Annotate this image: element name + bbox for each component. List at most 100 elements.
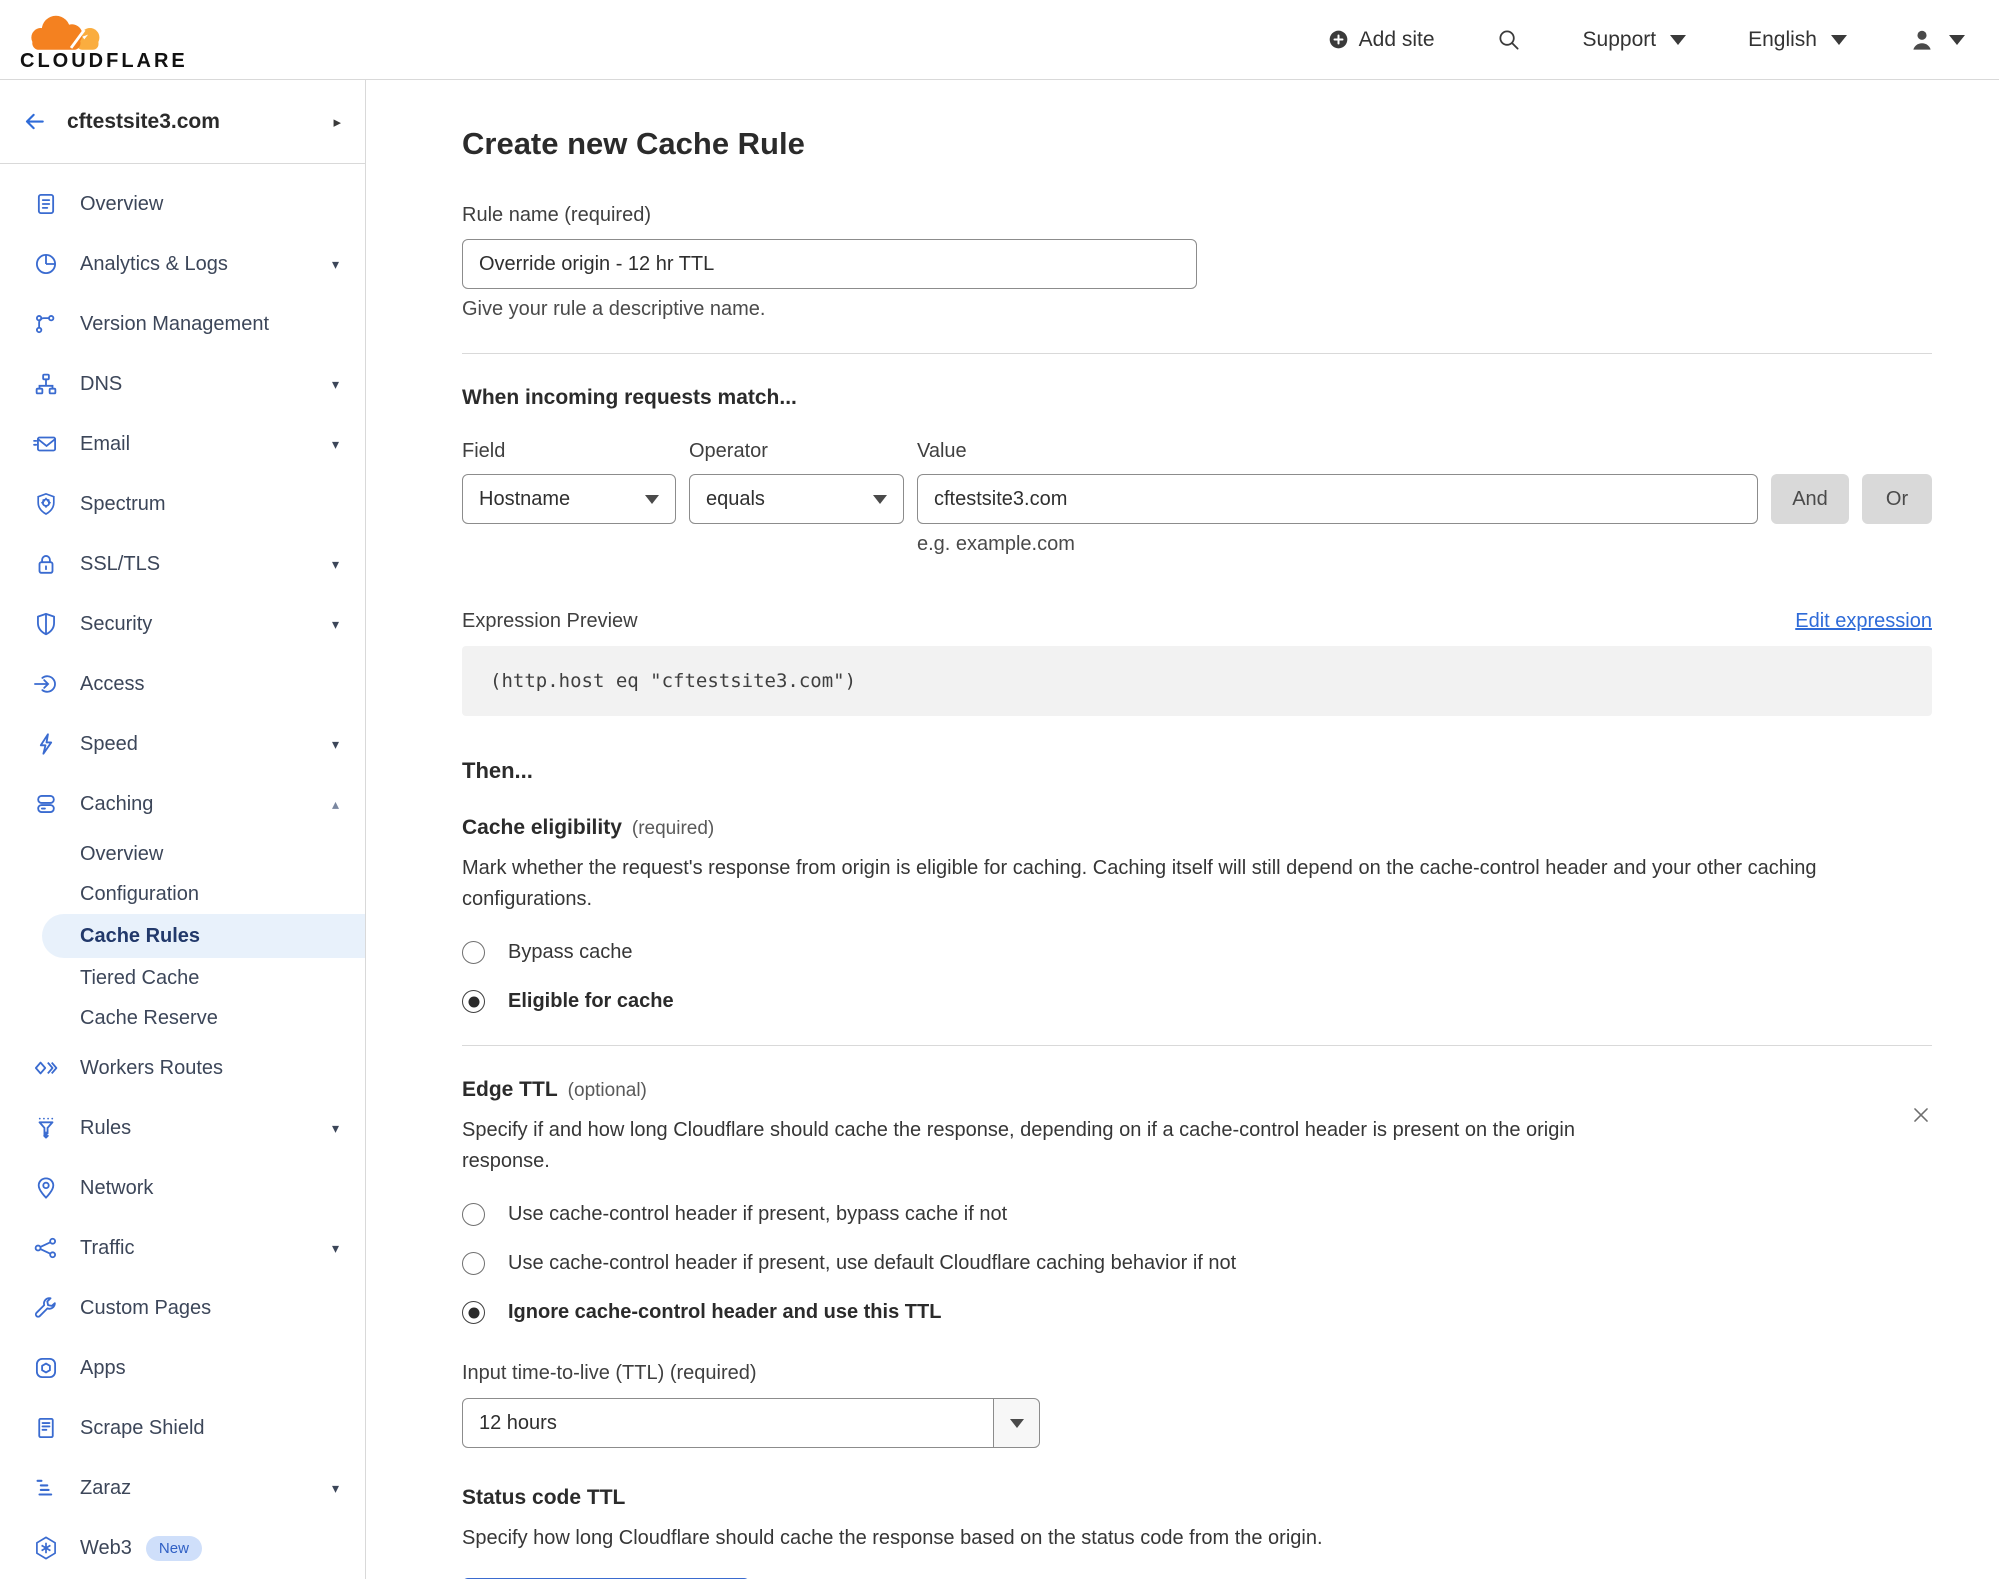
chevron-down-icon	[873, 494, 887, 504]
sidebar-subitem-tiered-cache[interactable]: Tiered Cache	[0, 958, 365, 998]
language-menu[interactable]: English	[1748, 28, 1847, 52]
chevron-up-icon: ▴	[331, 795, 339, 812]
sidebar-item-apps[interactable]: Apps	[0, 1338, 365, 1398]
rule-name-label: Rule name (required)	[462, 204, 651, 226]
and-button[interactable]: And	[1771, 474, 1849, 524]
radio-circle-checked[interactable]	[462, 990, 485, 1013]
site-expand-icon[interactable]: ▸	[333, 113, 341, 131]
sidebar-item-spectrum[interactable]: Spectrum	[0, 474, 365, 534]
cloudflare-cloud-icon	[31, 15, 100, 50]
sidebar-item-speed[interactable]: Speed ▾	[0, 714, 365, 774]
search-button[interactable]	[1497, 28, 1521, 52]
radio-bypass-cache[interactable]: Bypass cache	[462, 941, 1932, 964]
sidebar-subitem-caching-overview[interactable]: Overview	[0, 834, 365, 874]
close-icon[interactable]	[1910, 1104, 1932, 1131]
chevron-down-icon: ▾	[331, 555, 339, 572]
sidebar-item-overview[interactable]: Overview	[0, 174, 365, 234]
sidebar-item-web3[interactable]: Web3 New	[0, 1518, 365, 1578]
sidebar-item-security[interactable]: Security ▾	[0, 594, 365, 654]
top-header: CLOUDFLARE Add site Support English	[0, 0, 1999, 80]
cache-eligibility-description: Mark whether the request's response from…	[462, 857, 1817, 910]
new-badge: New	[145, 1535, 202, 1561]
support-menu[interactable]: Support	[1583, 28, 1687, 52]
chevron-down-icon: ▾	[331, 1119, 339, 1136]
sidebar-item-access[interactable]: Access	[0, 654, 365, 714]
add-site-label: Add site	[1358, 27, 1435, 51]
sidebar-subitem-configuration[interactable]: Configuration	[0, 874, 365, 914]
radio-circle[interactable]	[462, 941, 485, 964]
radio-circle[interactable]	[462, 1252, 485, 1275]
security-icon	[33, 611, 59, 637]
sidebar-item-workers-routes[interactable]: Workers Routes	[0, 1038, 365, 1098]
sidebar-item-dns[interactable]: DNS ▾	[0, 354, 365, 414]
sidebar-item-scrape-shield[interactable]: Scrape Shield	[0, 1398, 365, 1458]
chevron-down-icon	[1831, 34, 1847, 45]
sidebar: cftestsite3.com ▸ Overview Analytics & L…	[0, 80, 366, 1579]
sidebar-item-zaraz[interactable]: Zaraz ▾	[0, 1458, 365, 1518]
spectrum-icon	[33, 491, 59, 517]
chevron-down-icon: ▾	[331, 435, 339, 452]
chevron-down-icon	[1949, 34, 1965, 45]
plus-circle-icon	[1329, 30, 1347, 49]
sidebar-item-analytics-logs[interactable]: Analytics & Logs ▾	[0, 234, 365, 294]
sidebar-item-traffic[interactable]: Traffic ▾	[0, 1218, 365, 1278]
divider	[462, 353, 1932, 354]
sidebar-subitem-cache-reserve[interactable]: Cache Reserve	[0, 998, 365, 1038]
add-site-button[interactable]: Add site	[1328, 28, 1435, 52]
site-selector[interactable]: cftestsite3.com ▸	[0, 80, 365, 164]
or-button[interactable]: Or	[1862, 474, 1932, 524]
rules-icon	[33, 1115, 59, 1141]
overview-icon	[33, 191, 59, 217]
sidebar-item-custom-pages[interactable]: Custom Pages	[0, 1278, 365, 1338]
email-icon	[33, 431, 59, 457]
page-title: Create new Cache Rule	[462, 126, 805, 161]
version-management-icon	[33, 311, 59, 337]
zaraz-icon	[33, 1475, 59, 1501]
rule-name-input[interactable]	[462, 239, 1197, 289]
ttl-select[interactable]: 12 hours	[462, 1398, 1040, 1448]
site-name: cftestsite3.com	[67, 109, 220, 133]
sidebar-item-email[interactable]: Email ▾	[0, 414, 365, 474]
radio-circle-checked[interactable]	[462, 1301, 485, 1324]
value-help: e.g. example.com	[917, 533, 1075, 555]
radio-eligible-for-cache[interactable]: Eligible for cache	[462, 990, 1932, 1013]
radio-ignore-cache-control[interactable]: Ignore cache-control header and use this…	[462, 1301, 1932, 1324]
value-label: Value	[917, 440, 967, 462]
sidebar-item-rules[interactable]: Rules ▾	[0, 1098, 365, 1158]
edge-ttl-optional-tag: (optional)	[567, 1080, 647, 1101]
access-icon	[33, 671, 59, 697]
expression-preview-label: Expression Preview	[462, 610, 638, 632]
chevron-down-icon	[1009, 1418, 1024, 1428]
sidebar-item-network[interactable]: Network	[0, 1158, 365, 1218]
main-content: Create new Cache Rule Rule name (require…	[366, 80, 1999, 1579]
sidebar-item-ssl-tls[interactable]: SSL/TLS ▾	[0, 534, 365, 594]
sidebar-subitem-cache-rules[interactable]: Cache Rules	[42, 914, 365, 958]
ssl-tls-icon	[33, 551, 59, 577]
custom-pages-icon	[33, 1295, 59, 1321]
radio-circle[interactable]	[462, 1203, 485, 1226]
rule-name-help: Give your rule a descriptive name.	[462, 298, 766, 320]
account-menu[interactable]	[1909, 27, 1965, 53]
sidebar-item-version-management[interactable]: Version Management	[0, 294, 365, 354]
ttl-value[interactable]: 12 hours	[462, 1398, 994, 1448]
match-heading: When incoming requests match...	[462, 386, 797, 409]
apps-icon	[33, 1355, 59, 1381]
field-label: Field	[462, 440, 506, 462]
chevron-down-icon: ▾	[331, 1479, 339, 1496]
back-arrow-icon[interactable]	[22, 109, 47, 134]
divider	[462, 1045, 1932, 1046]
cloudflare-logo[interactable]: CLOUDFLARE	[20, 6, 188, 73]
radio-cache-control-default[interactable]: Use cache-control header if present, use…	[462, 1252, 1932, 1275]
value-input[interactable]	[917, 474, 1758, 524]
edit-expression-link[interactable]: Edit expression	[1795, 610, 1932, 633]
search-icon	[1499, 29, 1519, 50]
cache-eligibility-required-tag: (required)	[631, 818, 715, 839]
operator-select[interactable]: equals	[689, 474, 904, 524]
ttl-dropdown-button[interactable]	[993, 1398, 1040, 1448]
radio-cache-control-bypass[interactable]: Use cache-control header if present, byp…	[462, 1203, 1932, 1226]
sidebar-item-caching[interactable]: Caching ▴	[0, 774, 365, 834]
field-select[interactable]: Hostname	[462, 474, 676, 524]
chevron-down-icon: ▾	[331, 615, 339, 632]
user-icon	[1913, 30, 1931, 50]
chevron-down-icon: ▾	[331, 1239, 339, 1256]
